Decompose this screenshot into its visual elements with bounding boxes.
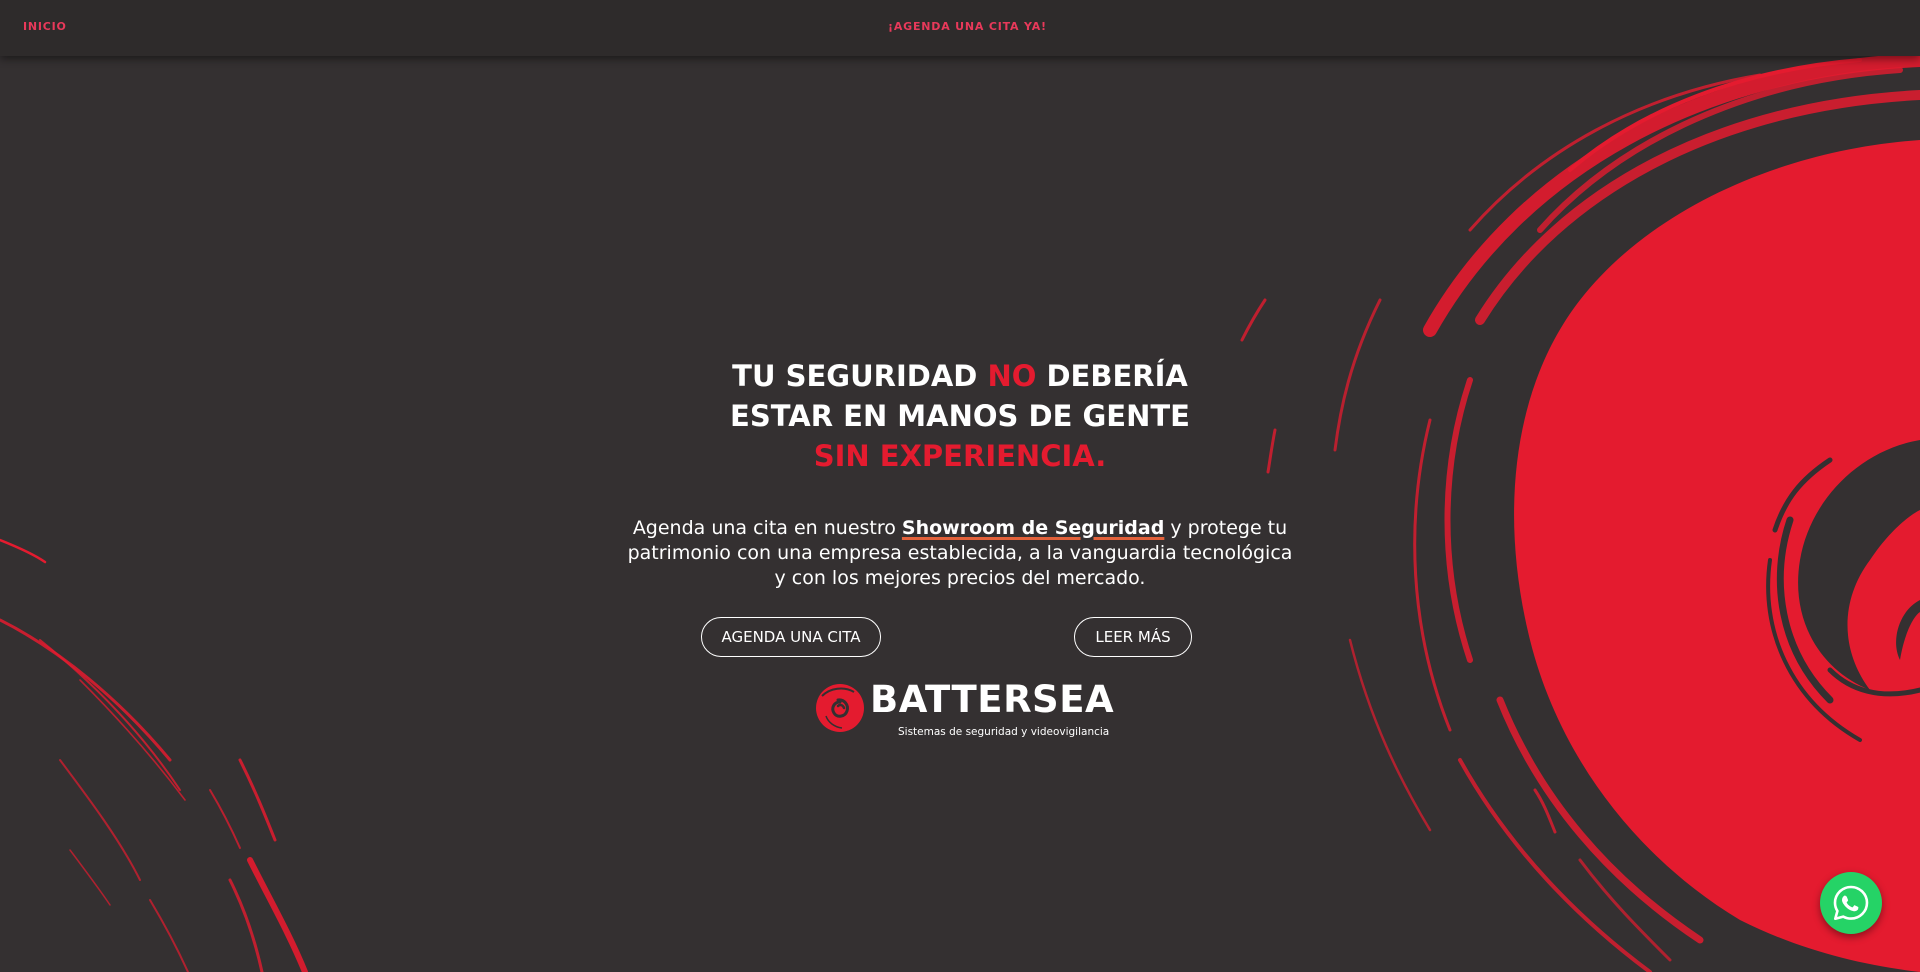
showroom-link[interactable]: Showroom de Seguridad xyxy=(902,517,1164,539)
whatsapp-icon xyxy=(1833,885,1869,920)
agenda-cita-button[interactable]: AGENDA UNA CITA xyxy=(701,617,881,657)
nav-link-agenda-cita[interactable]: ¡AGENDA UNA CITA YA! xyxy=(888,20,1047,33)
leer-mas-button[interactable]: LEER MÁS xyxy=(1074,617,1192,657)
hero-lead-paragraph: Agenda una cita en nuestro Showroom de S… xyxy=(620,516,1300,591)
headline-line2: ESTAR EN MANOS DE GENTE xyxy=(730,399,1190,433)
lead-before: Agenda una cita en nuestro xyxy=(632,517,902,539)
battersea-swirl-icon xyxy=(816,684,864,732)
hero-headline: TU SEGURIDAD NO DEBERÍA ESTAR EN MANOS D… xyxy=(640,356,1280,476)
top-navigation: INICIO ¡AGENDA UNA CITA YA! xyxy=(0,0,1920,56)
headline-part1: TU SEGURIDAD xyxy=(732,359,988,393)
logo-tagline: Sistemas de seguridad y videovigilancia xyxy=(898,726,1110,738)
nav-link-inicio[interactable]: INICIO xyxy=(23,20,67,33)
logo-wordmark: BATTERSEA xyxy=(870,678,1115,721)
headline-highlight-no: NO xyxy=(987,359,1037,393)
headline-line3: SIN EXPERIENCIA. xyxy=(813,439,1107,473)
battersea-logo: BATTERSEA Sistemas de seguridad y videov… xyxy=(814,678,1114,740)
hero-section: TU SEGURIDAD NO DEBERÍA ESTAR EN MANOS D… xyxy=(0,0,1920,972)
headline-part2: DEBERÍA xyxy=(1036,359,1188,393)
whatsapp-button[interactable] xyxy=(1820,872,1882,934)
